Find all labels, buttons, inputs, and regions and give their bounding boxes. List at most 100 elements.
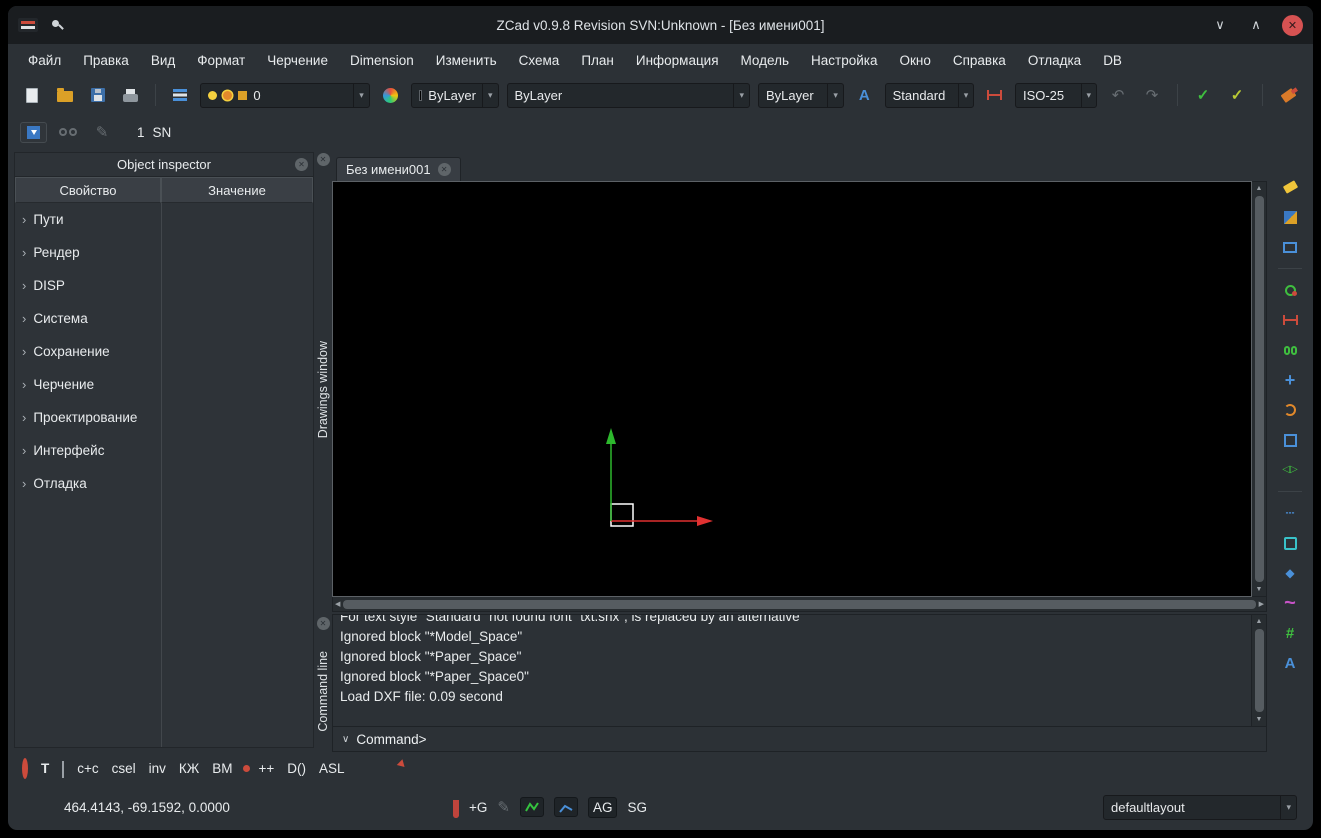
import-button[interactable] — [20, 122, 47, 143]
tree-item-system[interactable]: ›Система — [15, 302, 313, 335]
ag-toggle-button[interactable]: AG — [588, 797, 618, 818]
plusplus-button[interactable]: ++ — [259, 761, 275, 776]
undo-button[interactable]: ↶ — [1105, 82, 1131, 108]
menu-plan[interactable]: План — [571, 49, 624, 72]
tree-item-paths[interactable]: ›Пути — [15, 203, 313, 236]
command-scroll-thumb[interactable] — [1255, 629, 1264, 712]
expand-icon[interactable]: › — [22, 245, 26, 260]
text-tool-button[interactable]: A — [1278, 651, 1302, 675]
cc-button[interactable]: c+c — [77, 761, 98, 776]
chain-tool-button[interactable] — [1278, 338, 1302, 362]
maximize-button[interactable]: ∧ — [1246, 17, 1266, 33]
tree-item-interface[interactable]: ›Интерфейс — [15, 434, 313, 467]
circle-tool-button[interactable] — [1278, 278, 1302, 302]
command-scrollbar[interactable]: ▲ ▼ — [1251, 615, 1266, 726]
expand-icon[interactable]: › — [22, 344, 26, 359]
edit-tool-button[interactable]: ✎ — [89, 119, 115, 145]
layer-mix-tool-button[interactable] — [1278, 205, 1302, 229]
expand-icon[interactable]: › — [22, 278, 26, 293]
find-button[interactable] — [55, 119, 81, 145]
print-button[interactable] — [118, 82, 143, 108]
dock-close-icon[interactable]: ✕ — [317, 617, 330, 630]
menu-model[interactable]: Модель — [731, 49, 799, 72]
tree-item-drafting[interactable]: ›Черчение — [15, 368, 313, 401]
rotate-tool-button[interactable] — [1278, 398, 1302, 422]
scroll-right-icon[interactable]: ▶ — [1259, 597, 1264, 611]
canvas-vertical-scrollbar[interactable]: ▲ ▼ — [1252, 181, 1267, 597]
grid-tool-button[interactable]: # — [1278, 621, 1302, 645]
tile-windows-button[interactable] — [384, 761, 393, 776]
text-style-button[interactable]: A — [852, 82, 877, 108]
lineweight-combo[interactable]: ByLayer ▾ — [758, 83, 844, 108]
horizontal-scroll-thumb[interactable] — [343, 600, 1255, 609]
menu-dimension[interactable]: Dimension — [340, 49, 424, 72]
menu-window[interactable]: Окно — [889, 49, 940, 72]
select-circle-button[interactable] — [22, 761, 28, 776]
menu-db[interactable]: DB — [1093, 49, 1132, 72]
apply-button[interactable]: ✓ — [1224, 82, 1250, 108]
linetype-combo[interactable]: ByLayer ▾ — [507, 83, 750, 108]
polyline-mode-button[interactable] — [520, 797, 544, 817]
menu-settings[interactable]: Настройка — [801, 49, 887, 72]
save-button[interactable] — [85, 82, 110, 108]
menu-file[interactable]: Файл — [18, 49, 71, 72]
asl-button[interactable]: ASL — [319, 761, 345, 776]
drawing-tab[interactable]: Без имени001 ✕ — [336, 157, 461, 181]
open-file-button[interactable] — [53, 82, 78, 108]
tab-close-icon[interactable]: ✕ — [438, 163, 451, 176]
expand-icon[interactable]: › — [22, 377, 26, 392]
sg-toggle-button[interactable]: SG — [627, 800, 647, 815]
tree-item-debug[interactable]: ›Отладка — [15, 467, 313, 500]
pin-icon[interactable] — [50, 18, 64, 32]
scroll-left-icon[interactable]: ◀ — [335, 597, 340, 611]
column-header-value[interactable]: Значение — [161, 177, 313, 203]
menu-information[interactable]: Информация — [626, 49, 729, 72]
d-func-button[interactable]: D() — [287, 761, 306, 776]
menu-debug[interactable]: Отладка — [1018, 49, 1091, 72]
layout-combo[interactable]: defaultlayout ▾ — [1103, 795, 1297, 820]
textstyle-combo[interactable]: Standard ▾ — [885, 83, 975, 108]
confirm-button[interactable]: ✓ — [1190, 82, 1216, 108]
ortho-mode-button[interactable] — [554, 797, 578, 817]
menu-format[interactable]: Формат — [187, 49, 255, 72]
plus-g-toggle[interactable]: +G — [469, 800, 487, 815]
layer-combo[interactable]: 0 ▾ — [200, 83, 369, 108]
draft-pencil-icon[interactable]: ✎ — [497, 800, 510, 815]
menu-help[interactable]: Справка — [943, 49, 1016, 72]
style-tool-button[interactable] — [1278, 175, 1302, 199]
angle-tool-button[interactable] — [62, 761, 64, 776]
polyline-tool-button[interactable] — [1278, 531, 1302, 555]
csel-button[interactable]: csel — [112, 761, 136, 776]
minimize-button[interactable]: ∨ — [1210, 17, 1230, 33]
expand-icon[interactable]: › — [22, 443, 26, 458]
titlebar[interactable]: ZCad v0.9.8 Revision SVN:Unknown - [Без … — [8, 6, 1313, 44]
color-combo[interactable]: ByLayer ▾ — [411, 83, 499, 108]
scroll-up-icon[interactable]: ▲ — [1256, 182, 1263, 195]
move-tool-button[interactable]: + — [1278, 368, 1302, 392]
scroll-down-icon[interactable]: ▼ — [1256, 583, 1263, 596]
kzh-button[interactable]: КЖ — [179, 761, 199, 776]
redo-button[interactable]: ↷ — [1139, 82, 1165, 108]
dash-tool-button[interactable]: ┄ — [1278, 501, 1302, 525]
rect-select-tool-button[interactable] — [1278, 428, 1302, 452]
dock-close-icon[interactable]: ✕ — [317, 153, 330, 166]
tree-item-render[interactable]: ›Рендер — [15, 236, 313, 269]
tree-item-design[interactable]: ›Проектирование — [15, 401, 313, 434]
panel-close-icon[interactable]: ✕ — [295, 158, 308, 171]
close-button[interactable]: ✕ — [1282, 15, 1303, 36]
inv-button[interactable]: inv — [149, 761, 166, 776]
t-tool-button[interactable]: Т — [41, 761, 49, 776]
scroll-down-icon[interactable]: ▼ — [1256, 713, 1263, 726]
sn-label[interactable]: SN — [153, 125, 172, 140]
color-picker-button[interactable] — [378, 82, 403, 108]
dimstyle-combo[interactable]: ISO-25 ▾ — [1015, 83, 1097, 108]
expand-icon[interactable]: › — [22, 311, 26, 326]
brush-tool-button[interactable] — [1275, 82, 1301, 108]
new-file-button[interactable] — [20, 82, 45, 108]
expand-icon[interactable]: › — [22, 476, 26, 491]
expand-icon[interactable]: › — [22, 212, 26, 227]
display-tool-button[interactable] — [1278, 235, 1302, 259]
tree-item-disp[interactable]: ›DISP — [15, 269, 313, 302]
diamond-tool-button[interactable]: ◆ — [1278, 561, 1302, 585]
drawing-canvas[interactable] — [332, 181, 1252, 597]
